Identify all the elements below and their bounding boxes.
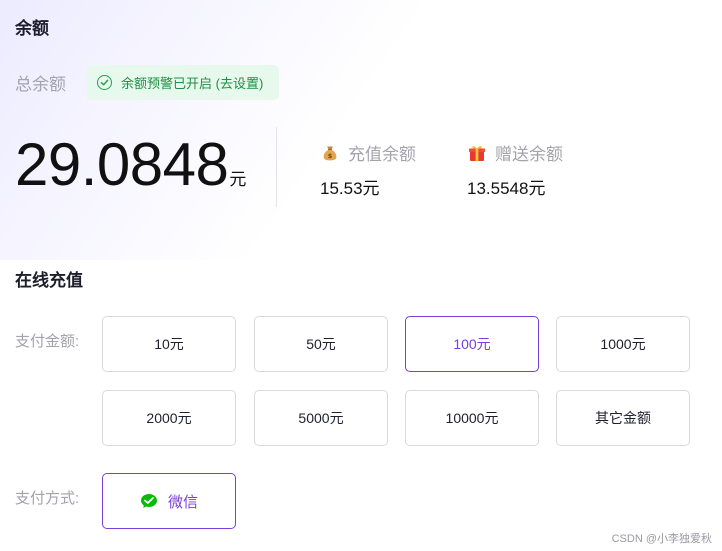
amount-option-other[interactable]: 其它金额 [556,390,690,446]
amount-option-2000[interactable]: 2000元 [102,390,236,446]
gift-icon [469,145,485,161]
total-balance-unit: 元 [229,170,247,189]
amount-option-1000[interactable]: 1000元 [556,316,690,372]
gift-balance-label: 赠送余额 [495,145,563,164]
amount-option-10[interactable]: 10元 [102,316,236,372]
balance-section-title: 余额 [15,19,49,38]
gift-balance-block: 赠送余额 13.5548元 [467,140,563,199]
amount-option-100[interactable]: 100元 [405,316,539,372]
total-balance-label: 总余额 [15,75,66,94]
recharge-balance-value: 15.53元 [320,179,380,198]
money-bag-icon: $ [323,146,337,160]
gift-balance-value: 13.5548元 [467,179,546,198]
pay-method-label: 支付方式: [15,490,80,507]
csdn-watermark: CSDN @小李独爱秋 [611,533,712,545]
recharge-balance-label: 充值余额 [348,145,416,164]
recharge-balance-block: $ 充值余额 15.53元 [320,140,416,199]
wechat-pay-label: 微信 [167,493,198,511]
check-circle-icon [97,75,112,90]
amount-option-50[interactable]: 50元 [254,316,388,372]
amount-option-10000[interactable]: 10000元 [405,390,539,446]
total-balance-value: 29.0848 [15,131,229,198]
balance-page: 余额 总余额 余额预警已开启 (去设置) 29.0848 元 $ 充值余额 15… [0,0,722,551]
svg-text:$: $ [328,152,333,160]
online-recharge-title: 在线充值 [15,271,83,290]
balance-alert-text: 余额预警已开启 (去设置) [121,76,264,91]
wechat-pay-option[interactable]: 微信 [102,473,236,529]
total-balance-amount: 29.0848 元 [15,130,246,200]
amount-option-5000[interactable]: 5000元 [254,390,388,446]
wechat-icon [140,494,157,508]
pay-amount-label: 支付金额: [15,333,80,350]
vertical-divider [276,127,277,207]
balance-alert-badge[interactable]: 余额预警已开启 (去设置) [87,65,279,100]
